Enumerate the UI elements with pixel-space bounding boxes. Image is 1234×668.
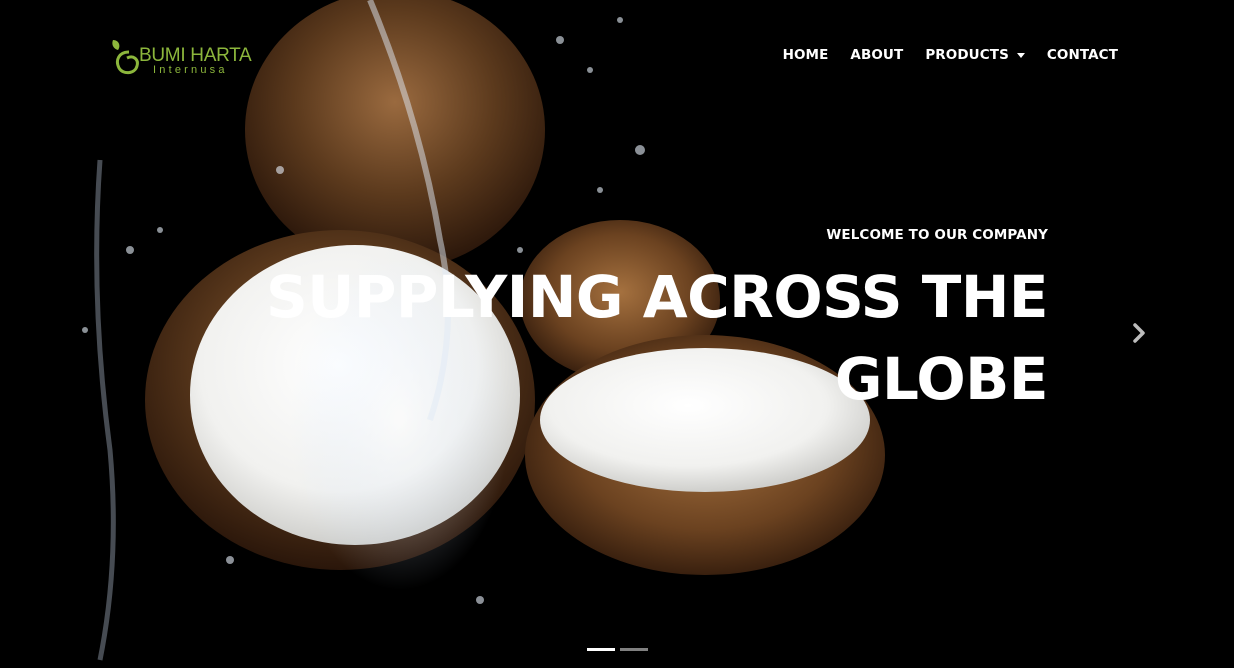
- brand-tagline: Internusa: [153, 64, 228, 76]
- carousel-indicator-2[interactable]: [620, 648, 648, 651]
- carousel-indicator-1[interactable]: [587, 648, 615, 651]
- nav-item-about[interactable]: ABOUT: [850, 47, 903, 63]
- main-nav: HOME ABOUT PRODUCTS CONTACT: [783, 47, 1118, 63]
- carousel-next-button[interactable]: [1124, 318, 1154, 348]
- hero-headline: SUPPLYING ACROSS THE GLOBE: [228, 256, 1049, 420]
- hero-headline-line2: GLOBE: [834, 345, 1049, 413]
- nav-item-home[interactable]: HOME: [783, 47, 829, 63]
- hero-eyebrow: WELCOME TO OUR COMPANY: [826, 227, 1048, 243]
- navbar: BUMI HARTA Internusa HOME ABOUT PRODUCTS…: [0, 0, 1234, 110]
- brand-logo[interactable]: BUMI HARTA Internusa: [109, 38, 289, 80]
- nav-item-products[interactable]: PRODUCTS: [925, 47, 1025, 63]
- hero-caption: WELCOME TO OUR COMPANY SUPPLYING ACROSS …: [228, 226, 1049, 420]
- leaf-swirl-icon: [112, 40, 139, 75]
- nav-item-products-label: PRODUCTS: [925, 47, 1009, 63]
- caret-down-icon: [1016, 53, 1025, 58]
- chevron-right-icon: [1133, 323, 1145, 343]
- nav-item-contact[interactable]: CONTACT: [1047, 47, 1118, 63]
- brand-name: BUMI HARTA: [139, 45, 252, 66]
- hero-headline-line1: SUPPLYING ACROSS THE: [265, 263, 1049, 331]
- hero-carousel: BUMI HARTA Internusa HOME ABOUT PRODUCTS…: [0, 0, 1234, 668]
- carousel-indicators: [587, 648, 648, 651]
